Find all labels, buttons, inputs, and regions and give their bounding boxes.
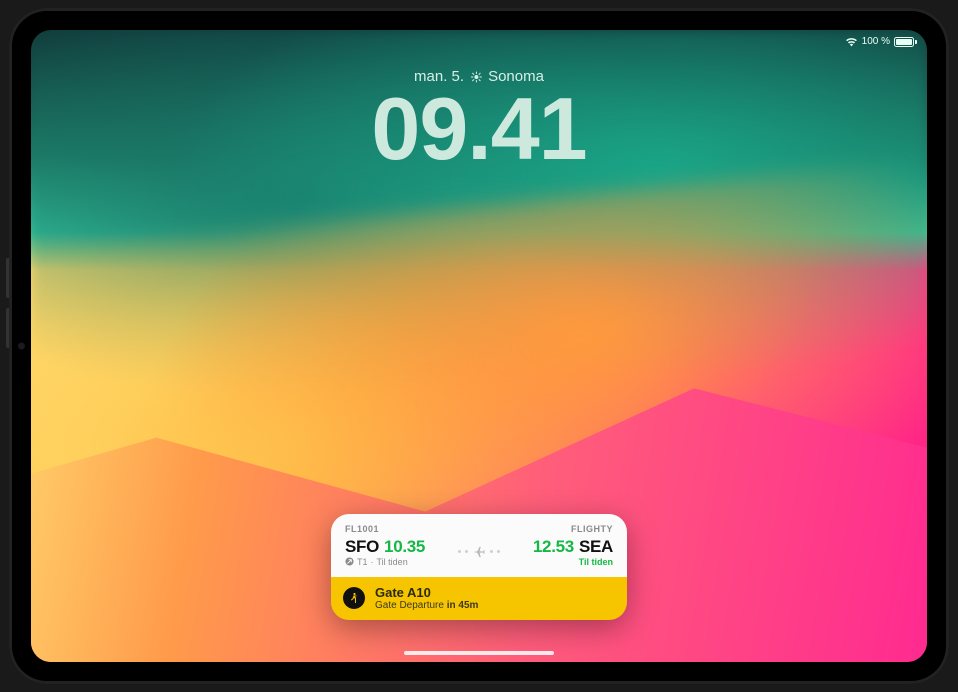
gate-sub-prefix: Gate Departure: [375, 600, 444, 611]
wifi-icon: [845, 37, 858, 47]
departure-terminal: T1: [357, 557, 368, 567]
lock-time: 09.41: [371, 87, 586, 171]
flight-number: FL1001: [345, 524, 379, 534]
gate-subtext: Gate Departure in 45m: [375, 600, 478, 611]
ipad-frame: 100 % man. 5.: [9, 8, 949, 684]
departure-block: SFO 10.35 T1 · Til tiden: [345, 537, 425, 567]
volume-up-button[interactable]: [6, 258, 9, 298]
flighty-gate-banner: Gate A10 Gate Departure in 45m: [331, 577, 627, 620]
front-camera: [18, 343, 25, 350]
departure-status: Til tiden: [377, 557, 408, 567]
flighty-card-top: FL1001 FLIGHTY SFO 10.35: [331, 514, 627, 577]
departure-code: SFO: [345, 537, 379, 557]
battery-percent-text: 100 %: [862, 36, 890, 47]
terminal-icon: [345, 557, 354, 566]
battery-icon: [894, 37, 917, 47]
departure-time: 10.35: [384, 537, 425, 557]
lock-clock: man. 5.: [371, 68, 586, 171]
arrival-time: 12.53: [533, 537, 574, 557]
lock-screen[interactable]: 100 % man. 5.: [31, 30, 927, 662]
arrival-code: SEA: [579, 537, 613, 557]
arrival-status: Til tiden: [579, 557, 613, 567]
flighty-live-activity[interactable]: FL1001 FLIGHTY SFO 10.35: [331, 514, 627, 620]
flight-route-indicator: [425, 545, 533, 559]
gate-label: Gate A10: [375, 586, 478, 600]
dot-sep: ·: [371, 557, 374, 567]
walk-icon: [343, 587, 365, 609]
gate-countdown: in 45m: [447, 600, 479, 611]
flighty-app-name: FLIGHTY: [571, 524, 613, 534]
arrival-block: 12.53 SEA Til tiden: [533, 537, 613, 567]
home-indicator[interactable]: [404, 651, 554, 655]
volume-down-button[interactable]: [6, 308, 9, 348]
status-bar: 100 %: [845, 36, 917, 47]
airplane-icon: [472, 545, 486, 559]
